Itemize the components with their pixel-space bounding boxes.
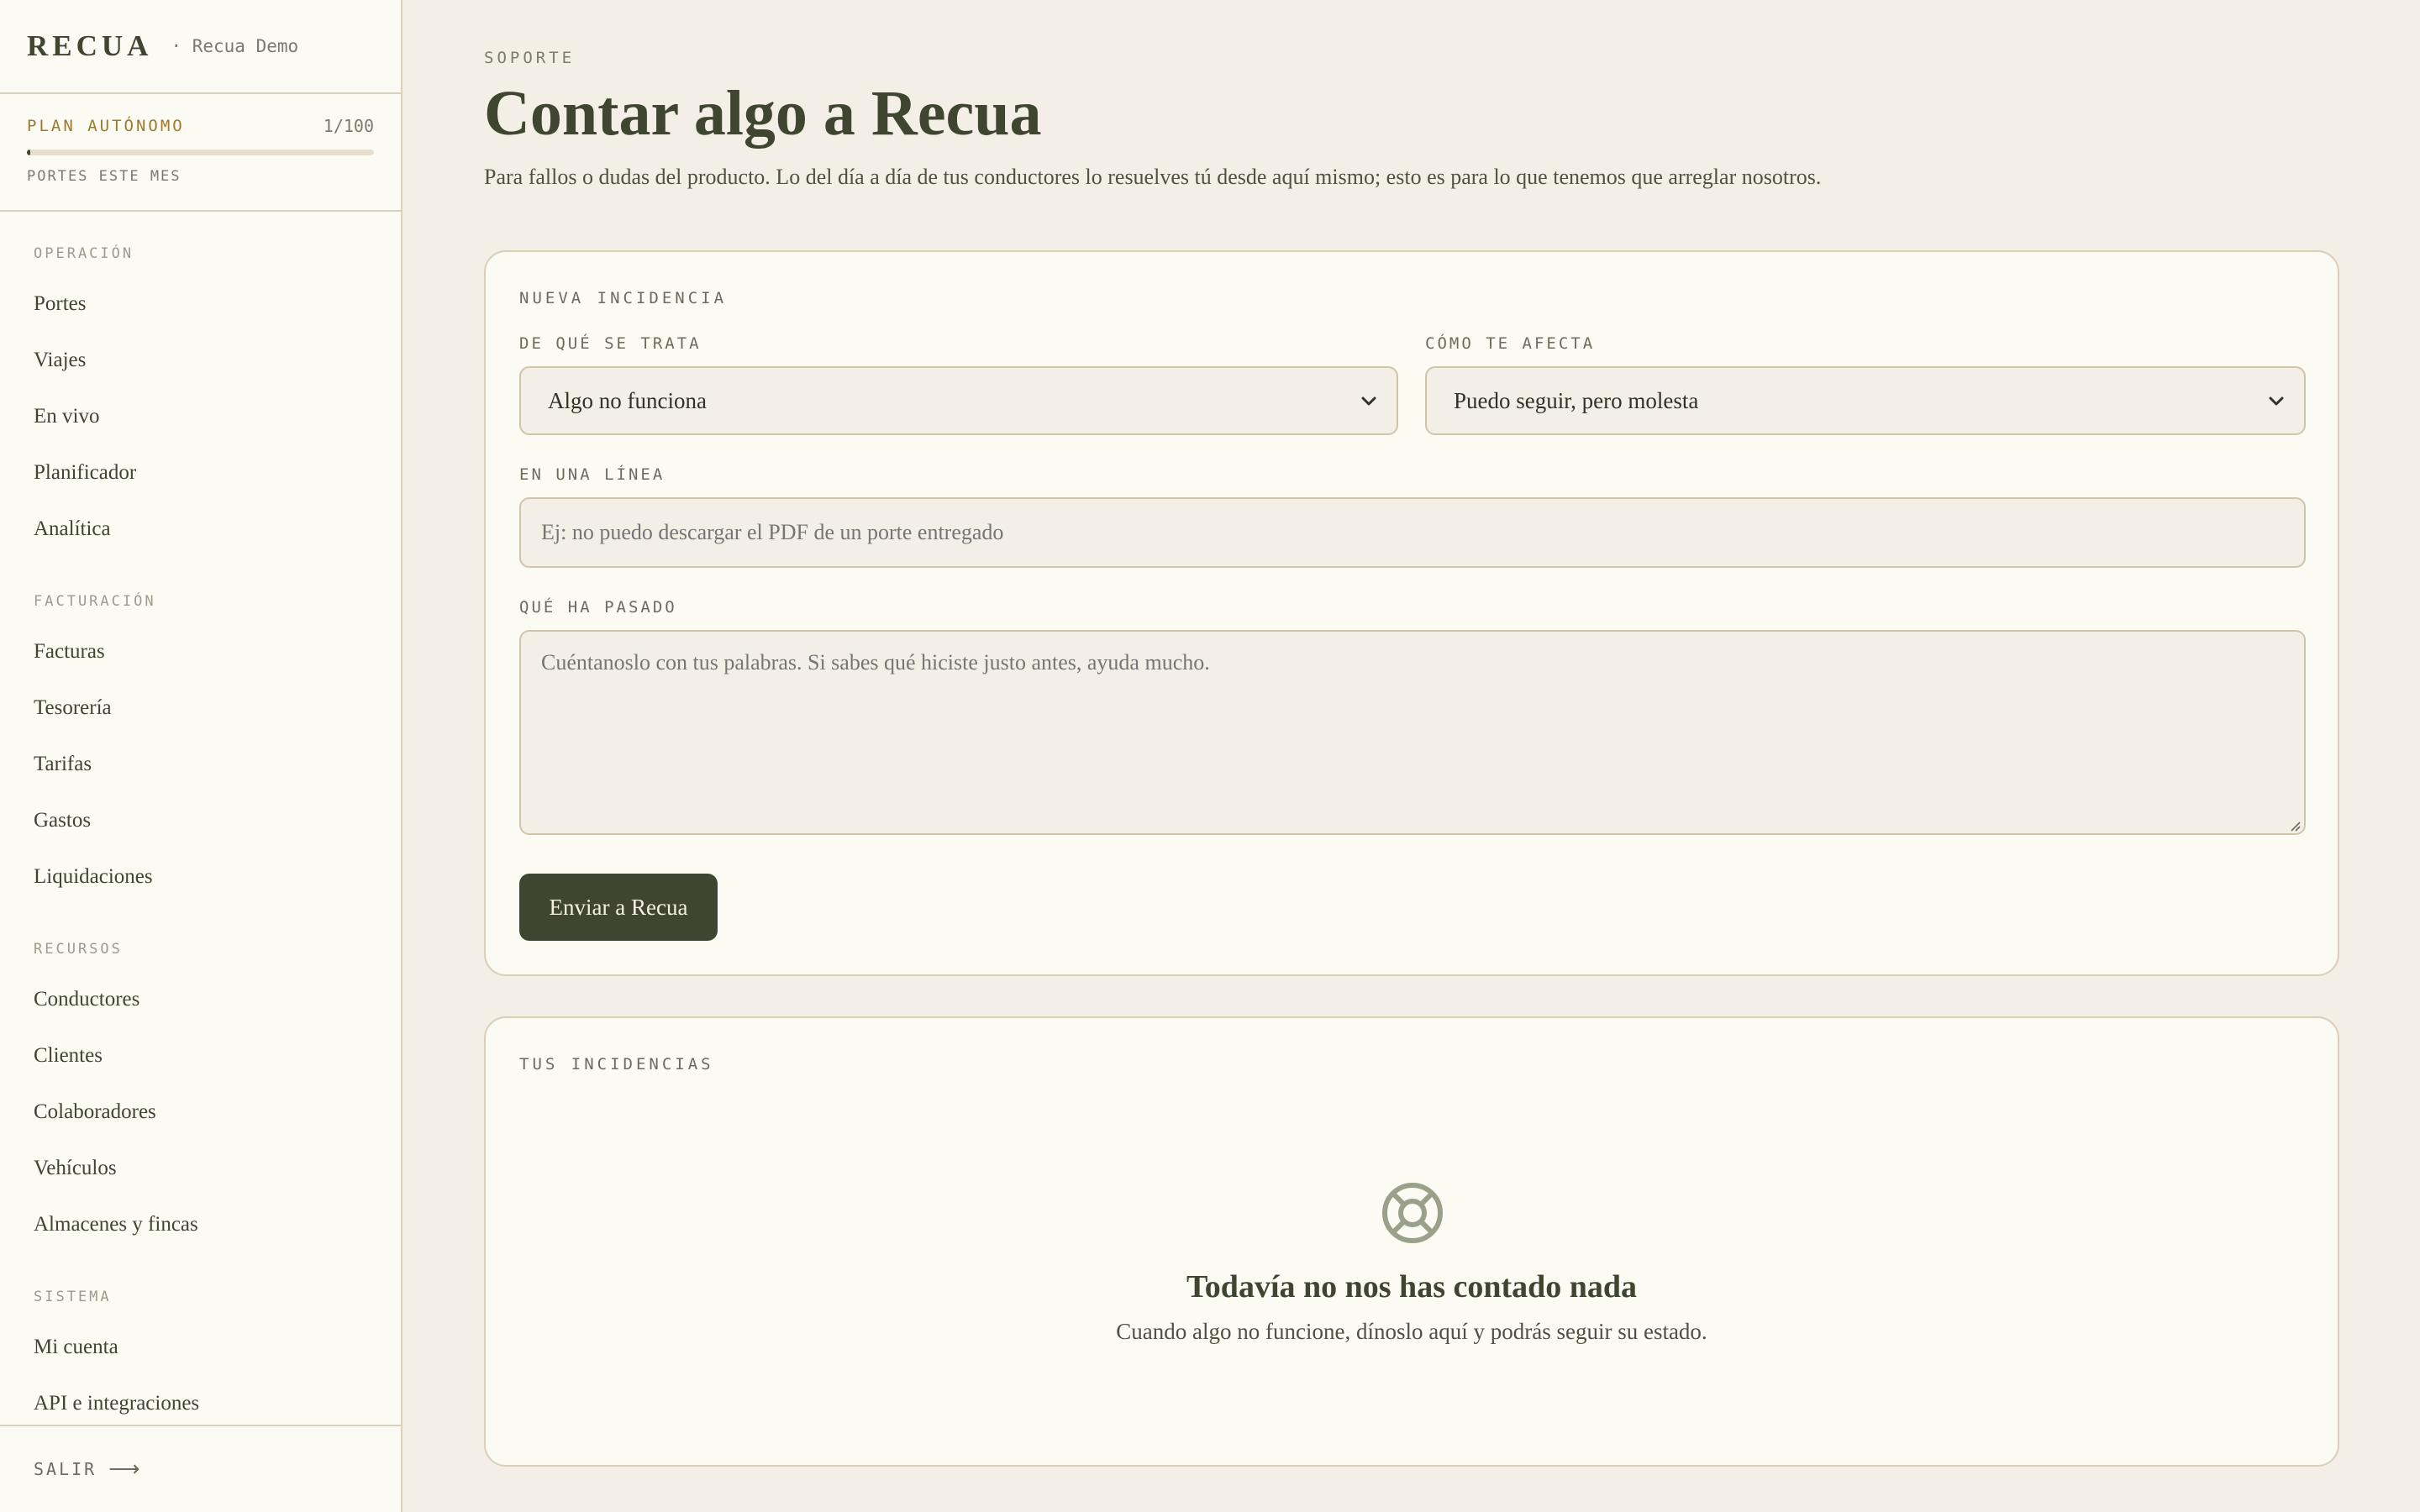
new-incident-heading: NUEVA INCIDENCIA — [519, 289, 728, 307]
incidents-heading: TUS INCIDENCIAS — [519, 1055, 714, 1074]
nav-heading-recursos: RECURSOS — [34, 941, 123, 958]
sidebar-item-clientes[interactable]: Clientes — [34, 1044, 103, 1068]
empty-state-description: Cuando algo no funcione, dínoslo aquí y … — [1116, 1319, 1707, 1344]
page-eyebrow: SOPORTE — [484, 49, 576, 67]
logout-label: SALIR — [34, 1459, 97, 1479]
sidebar: RECUA · Recua Demo PLAN AUTÓNOMO 1/100 P… — [0, 0, 402, 1512]
workspace-name: · Recua Demo — [171, 36, 299, 56]
details-textarea[interactable] — [519, 630, 2306, 835]
type-label: DE QUÉ SE TRATA — [519, 334, 702, 353]
arrow-right-icon: ⟶ — [108, 1457, 140, 1481]
sidebar-item-liquidaciones[interactable]: Liquidaciones — [34, 865, 153, 889]
lifebuoy-icon — [1382, 1183, 1443, 1243]
incidents-card: TUS INCIDENCIAS Todavía no nos has conta… — [484, 1016, 2339, 1467]
submit-button[interactable]: Enviar a Recua — [519, 874, 718, 941]
sidebar-item-facturas[interactable]: Facturas — [34, 640, 105, 664]
sidebar-item-analitica[interactable]: Analítica — [34, 517, 111, 541]
summary-label: EN UNA LÍNEA — [519, 465, 666, 484]
impact-select[interactable]: Puedo seguir, pero molesta — [1425, 366, 2306, 435]
impact-select-value: Puedo seguir, pero molesta — [1454, 387, 1699, 413]
resize-grip-icon[interactable] — [2289, 820, 2301, 832]
sidebar-item-almacenes[interactable]: Almacenes y fincas — [34, 1213, 198, 1236]
sidebar-item-portes[interactable]: Portes — [34, 292, 87, 316]
nav-heading-facturacion: FACTURACIÓN — [34, 593, 156, 610]
new-incident-card: NUEVA INCIDENCIA DE QUÉ SE TRATA Algo no… — [484, 250, 2339, 976]
page-description: Para fallos o dudas del producto. Lo del… — [484, 165, 1822, 189]
plan-count: 1/100 — [323, 116, 374, 136]
sidebar-item-tesoreria[interactable]: Tesorería — [34, 696, 112, 720]
sidebar-item-viajes[interactable]: Viajes — [34, 349, 86, 372]
plan-usage: PLAN AUTÓNOMO 1/100 PORTES ESTE MES — [0, 94, 401, 212]
plan-progress-fill — [27, 150, 31, 155]
details-label: QUÉ HA PASADO — [519, 598, 677, 617]
nav-heading-sistema: SISTEMA — [34, 1289, 112, 1305]
nav-heading-operacion: OPERACIÓN — [34, 245, 134, 262]
sidebar-item-api[interactable]: API e integraciones — [34, 1392, 199, 1415]
plan-usage-label: PORTES ESTE MES — [27, 168, 182, 185]
sidebar-item-vehiculos[interactable]: Vehículos — [34, 1157, 117, 1180]
plan-name: PLAN AUTÓNOMO — [27, 117, 185, 135]
sidebar-item-colaboradores[interactable]: Colaboradores — [34, 1100, 156, 1124]
sidebar-item-gastos[interactable]: Gastos — [34, 809, 91, 832]
sidebar-item-tarifas[interactable]: Tarifas — [34, 753, 92, 776]
empty-state-title: Todavía no nos has contado nada — [1186, 1269, 1638, 1305]
sidebar-item-planificador[interactable]: Planificador — [34, 461, 136, 485]
plan-progress-bar — [27, 150, 374, 155]
page-title: Contar algo a Recua — [484, 78, 1042, 149]
chevron-down-icon — [1361, 396, 1376, 406]
type-select[interactable]: Algo no funciona — [519, 366, 1398, 435]
brand: RECUA · Recua Demo — [0, 0, 401, 94]
impact-label: CÓMO TE AFECTA — [1425, 334, 1596, 353]
sidebar-item-mi-cuenta[interactable]: Mi cuenta — [34, 1336, 118, 1359]
brand-logo[interactable]: RECUA — [27, 29, 152, 63]
sidebar-item-conductores[interactable]: Conductores — [34, 988, 139, 1011]
sidebar-item-en-vivo[interactable]: En vivo — [34, 405, 99, 428]
type-select-value: Algo no funciona — [548, 387, 707, 413]
logout-button[interactable]: SALIR ⟶ — [0, 1425, 401, 1512]
chevron-down-icon — [2269, 396, 2284, 406]
summary-input[interactable] — [519, 497, 2306, 568]
